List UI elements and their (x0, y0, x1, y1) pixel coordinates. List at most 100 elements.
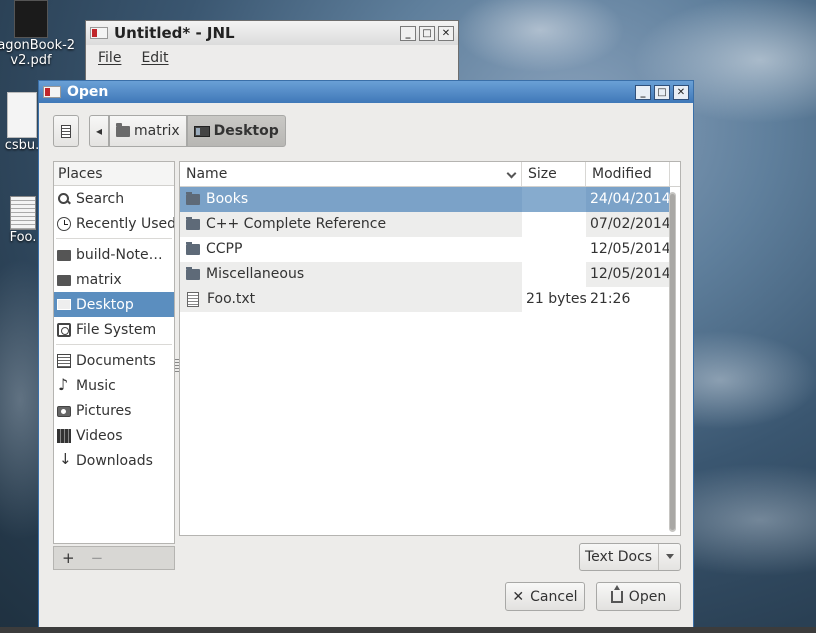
file-row[interactable]: Books 24/04/2014 (180, 187, 680, 212)
file-type-filter-select[interactable]: Text Docs (579, 543, 681, 571)
file-list-scrollbar[interactable] (669, 192, 676, 532)
download-icon (57, 450, 72, 468)
path-crumb-desktop[interactable]: Desktop (186, 115, 286, 147)
dialog-titlebar[interactable]: Open _ □ ✕ (39, 81, 693, 103)
text-file-icon (10, 196, 36, 230)
column-label: Modified (592, 166, 652, 182)
jnl-app-icon (90, 27, 108, 39)
jnl-titlebar[interactable]: Untitled* - JNL _ □ ✕ (86, 21, 458, 45)
places-item-videos[interactable]: Videos (54, 423, 174, 448)
crumb-label: Desktop (213, 123, 279, 139)
desktop-icon-pdf[interactable]: ragonBook-2 v2.pdf (0, 0, 76, 68)
places-item-downloads[interactable]: Downloads (54, 448, 174, 473)
file-name: Books (206, 191, 249, 207)
cancel-button[interactable]: ✕ Cancel (505, 582, 585, 611)
close-icon: ✕ (512, 588, 525, 605)
file-name: Foo.txt (207, 291, 256, 307)
places-item-file-system[interactable]: File System (54, 317, 174, 342)
cancel-label: Cancel (530, 588, 578, 605)
folder-icon (57, 250, 71, 261)
places-header[interactable]: Places (54, 162, 174, 186)
places-item-label: Pictures (76, 402, 132, 419)
taskbar (0, 627, 816, 633)
add-bookmark-button[interactable]: + (62, 549, 75, 567)
places-item-music[interactable]: Music (54, 373, 174, 398)
camera-icon (57, 406, 71, 417)
file-name: CCPP (206, 241, 243, 257)
desktop-icon-label: csbu. (4, 138, 40, 153)
chevron-left-icon: ◂ (95, 124, 103, 138)
column-header-modified[interactable]: Modified (586, 162, 670, 186)
desktop-icon-label: v2.pdf (10, 53, 52, 68)
minimize-button[interactable]: _ (635, 84, 651, 100)
path-back-button[interactable]: ◂ (89, 115, 109, 147)
places-item-label: matrix (76, 271, 122, 288)
places-item-label: Desktop (76, 296, 134, 313)
maximize-button[interactable]: □ (654, 84, 670, 100)
file-row[interactable]: Miscellaneous 12/05/2014 (180, 262, 680, 287)
folder-icon (186, 192, 200, 205)
file-modified: 24/04/2014 (586, 187, 670, 212)
open-dialog: Open _ □ ✕ ◂ matrix Desktop Places Searc… (38, 80, 694, 633)
path-crumb-matrix[interactable]: matrix (109, 115, 187, 147)
menu-file[interactable]: File (98, 50, 121, 66)
sort-descending-icon (506, 168, 517, 179)
file-modified: 21:26 (590, 291, 631, 307)
minimize-button[interactable]: _ (400, 25, 416, 41)
folder-icon (186, 267, 200, 280)
filter-value: Text Docs (585, 549, 653, 565)
places-item-search[interactable]: Search (54, 186, 174, 211)
file-list-header: Name Size Modified (180, 162, 680, 187)
dialog-title: Open (67, 84, 109, 100)
file-size (522, 237, 586, 262)
chevron-down-icon (658, 544, 680, 570)
pdf-thumbnail-icon (14, 0, 48, 38)
column-header-name[interactable]: Name (180, 162, 522, 186)
desktop-icon-foo[interactable]: Foo. (8, 196, 38, 245)
places-item-label: Recently Used (76, 215, 174, 232)
desktop-icon-label: Foo. (9, 230, 37, 245)
places-item-pictures[interactable]: Pictures (54, 398, 174, 423)
desktop-icon-csbu[interactable]: csbu. (4, 92, 40, 153)
file-modified: 07/02/2014 (586, 212, 670, 237)
close-button[interactable]: ✕ (438, 25, 454, 41)
file-name: C++ Complete Reference (206, 216, 387, 232)
places-item-desktop[interactable]: Desktop (54, 292, 174, 317)
places-item-recently-used[interactable]: Recently Used (54, 211, 174, 236)
music-icon (57, 375, 71, 394)
file-row[interactable]: Foo.txt 21 bytes 21:26 (180, 287, 680, 312)
maximize-button[interactable]: □ (419, 25, 435, 41)
folder-icon (186, 242, 200, 255)
harddisk-icon (57, 322, 71, 337)
documents-icon (57, 353, 71, 368)
places-sidebar: Places Search Recently Used build-Note… … (53, 161, 175, 544)
column-header-size[interactable]: Size (522, 162, 586, 186)
close-button[interactable]: ✕ (673, 84, 689, 100)
file-size (522, 212, 586, 237)
places-item-matrix[interactable]: matrix (54, 267, 174, 292)
dialog-app-icon (43, 86, 61, 98)
type-location-button[interactable] (53, 115, 79, 147)
file-size (522, 187, 586, 212)
desktop-icon (57, 299, 71, 310)
file-row[interactable]: CCPP 12/05/2014 (180, 237, 680, 262)
file-row[interactable]: C++ Complete Reference 07/02/2014 (180, 212, 680, 237)
path-bar: ◂ matrix Desktop (53, 115, 286, 147)
jnl-window-title: Untitled* - JNL (114, 24, 235, 42)
places-item-label: Music (76, 377, 116, 394)
crumb-label: matrix (134, 123, 180, 139)
file-size (522, 262, 586, 287)
text-file-icon (187, 292, 199, 307)
places-item-label: build-Note… (76, 246, 163, 263)
open-button[interactable]: Open (596, 582, 681, 611)
places-item-documents[interactable]: Documents (54, 348, 174, 373)
search-icon (57, 192, 71, 206)
menu-edit[interactable]: Edit (141, 50, 168, 66)
edit-location-icon (61, 124, 71, 138)
desktop-icon-label: ragonBook-2 (0, 38, 76, 53)
places-item-build-note[interactable]: build-Note… (54, 242, 174, 267)
remove-bookmark-button[interactable]: − (91, 549, 104, 567)
jnl-menubar: File Edit (86, 45, 458, 71)
column-label: Name (186, 166, 228, 182)
places-item-label: Documents (76, 352, 156, 369)
